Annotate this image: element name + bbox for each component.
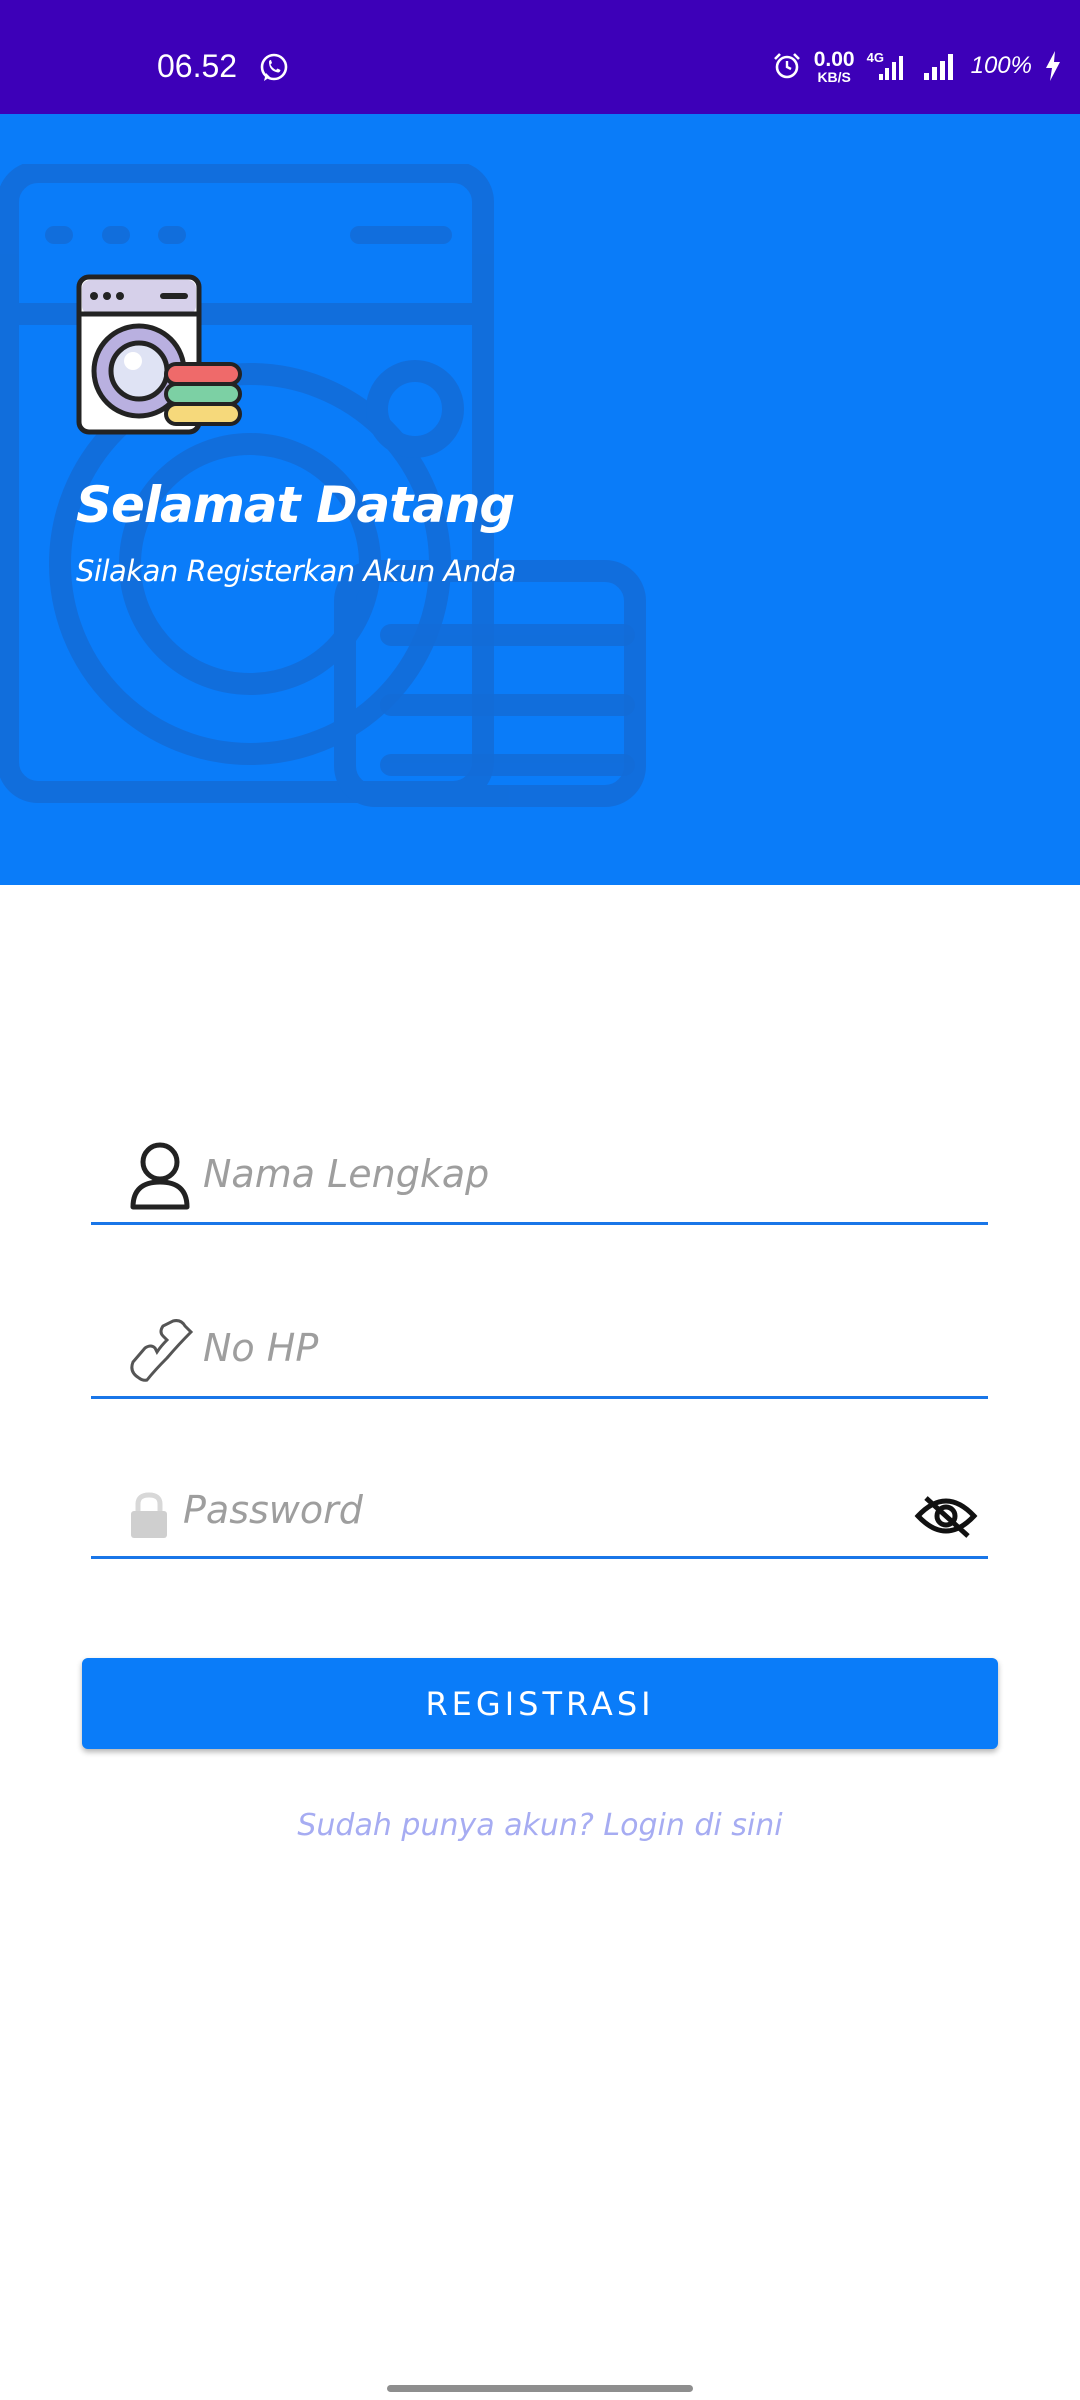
welcome-title: Selamat Datang: [76, 476, 515, 534]
person-icon: [130, 1142, 190, 1210]
signal-4g-icon: 4G: [867, 50, 909, 82]
login-link[interactable]: Sudah punya akun? Login di sini: [0, 1808, 1080, 1843]
status-time: 06.52: [157, 48, 238, 84]
name-placeholder: Nama Lengkap: [203, 1152, 490, 1196]
whatsapp-icon: [260, 53, 288, 81]
welcome-subtitle: Silakan Registerkan Akun Anda: [76, 554, 516, 588]
home-indicator[interactable]: [387, 2385, 693, 2392]
alarm-icon: [773, 53, 800, 79]
password-field[interactable]: Password: [91, 1466, 988, 1559]
header-banner: Selamat Datang Silakan Registerkan Akun …: [0, 114, 1080, 885]
status-bar: 06.52 0.00 KB/S 4G 100%: [0, 0, 1080, 114]
phone-placeholder: No HP: [203, 1326, 319, 1370]
signal-icon: [923, 54, 953, 80]
battery-percent: 100%: [970, 52, 1032, 79]
laundry-logo-icon: [76, 274, 242, 435]
phone-icon: [130, 1319, 194, 1382]
charging-bolt-icon: [1046, 51, 1060, 81]
register-button[interactable]: REGISTRASI: [82, 1658, 998, 1749]
status-icons: 0.00 KB/S 4G 100%: [772, 46, 1062, 86]
phone-field[interactable]: No HP: [91, 1304, 988, 1399]
lock-icon: [131, 1492, 167, 1538]
network-speed: 0.00 KB/S: [813, 47, 855, 85]
eye-off-icon[interactable]: [914, 1494, 978, 1538]
password-placeholder: Password: [183, 1488, 363, 1532]
name-field[interactable]: Nama Lengkap: [91, 1130, 988, 1225]
